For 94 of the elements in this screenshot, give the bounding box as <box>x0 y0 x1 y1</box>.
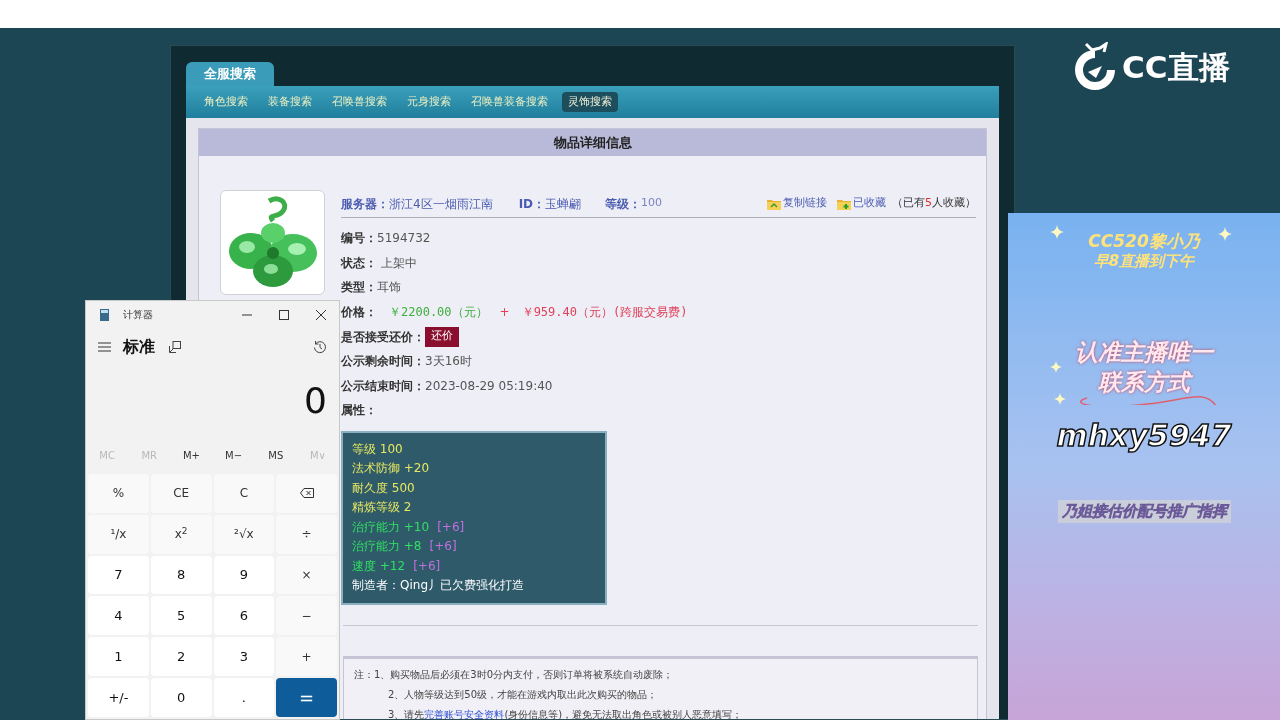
contact-text: mhxy5947 <box>1056 417 1232 455</box>
calculator-key[interactable]: 0 <box>150 678 212 717</box>
field-value: 上架中 <box>379 254 417 272</box>
sparkle-icon <box>1050 225 1064 239</box>
attribute-line: 耐久度 500 <box>352 479 416 497</box>
calculator-key[interactable]: +/- <box>88 678 149 717</box>
calculator-key[interactable]: = <box>276 678 337 717</box>
attribute-line: 制造者：Qing丿已欠费强化打造 <box>352 577 525 595</box>
calculator-display: 0 <box>304 379 327 423</box>
favorites-count: （已有5人收藏） <box>892 195 976 212</box>
sparkle-icon <box>1218 227 1232 241</box>
calculator-key[interactable]: 5 <box>150 596 212 636</box>
field-value: 2023-08-29 05:19:40 <box>425 377 553 395</box>
field-label: 编号： <box>341 230 377 248</box>
id-value: 玉蝉翩 <box>545 195 582 213</box>
minimize-icon <box>241 313 252 316</box>
calculator-key[interactable]: × <box>276 555 337 595</box>
calculator-key[interactable]: 3 <box>213 637 275 677</box>
history-icon <box>313 340 327 354</box>
counter-offer-button[interactable]: 还价 <box>425 326 459 347</box>
field-label: 公示剩余时间： <box>341 353 425 371</box>
price-value: ￥2200.00（元） <box>389 304 488 322</box>
memory-button[interactable]: MS <box>254 447 297 463</box>
favorite-link[interactable]: 已收藏 <box>837 195 886 212</box>
calculator-key[interactable]: 8 <box>150 555 212 595</box>
calculator-key[interactable]: 1 <box>88 637 149 677</box>
server-label: 服务器： <box>341 195 389 213</box>
note-line: 3、请先完善账号安全资料(身份信息等)，避免无法取出角色或被别人恶意填写； <box>387 707 744 719</box>
memory-button[interactable]: M− <box>212 447 255 463</box>
calculator-key[interactable]: ÷ <box>276 514 337 554</box>
banner-text: CC520黎小乃 <box>1088 231 1200 251</box>
calculator-key[interactable]: 2 <box>150 637 212 677</box>
memory-button[interactable]: M+ <box>170 447 213 463</box>
backspace-button[interactable] <box>276 474 337 513</box>
field-value: 5194732 <box>377 230 431 248</box>
attribute-line: 治疗能力 +8 [+6] <box>352 538 458 556</box>
keep-on-top-button[interactable] <box>169 341 181 353</box>
note-line: 注：1、购买物品后必须在3时0分内支付，否则订单将被系统自动废除； <box>354 667 675 682</box>
keep-on-top-icon <box>169 341 181 353</box>
window-title: 计算器 <box>123 308 153 322</box>
calculator-key[interactable]: − <box>276 596 337 636</box>
note-line: 2、人物等级达到50级，才能在游戏内取出此次购买的物品； <box>387 687 659 702</box>
calculator-key[interactable]: CE <box>150 474 212 513</box>
attribute-line: 等级 100 <box>352 440 404 458</box>
banner-text: 早8直播到下午 <box>1093 251 1195 271</box>
calculator-key[interactable]: 9 <box>213 555 275 595</box>
calculator-icon <box>100 308 109 321</box>
folder-icon <box>767 197 781 210</box>
attribute-line: 精炼等级 2 <box>352 499 413 517</box>
calculator-key[interactable]: 4 <box>88 596 149 636</box>
maximize-icon <box>278 309 289 320</box>
calculator-key[interactable]: x$^{2}$ <box>150 514 212 554</box>
footer-text: 乃姐接估价配号推广指挥 <box>1057 500 1231 523</box>
calculator-key[interactable]: % <box>88 474 149 513</box>
attribute-line: 治疗能力 +10 [+6] <box>352 518 466 536</box>
backspace-icon <box>299 488 314 499</box>
calculator-key[interactable]: C <box>213 474 275 513</box>
calculator-key[interactable]: ²√x <box>213 514 275 554</box>
calculator-key[interactable]: ¹/x <box>88 514 149 554</box>
history-button[interactable] <box>313 340 327 354</box>
field-value: 耳饰 <box>377 279 401 297</box>
calculator-key[interactable]: 6 <box>213 596 275 636</box>
nav-link[interactable]: 灵饰搜索 <box>562 92 618 112</box>
field-label: 是否接受还价： <box>341 328 425 346</box>
folder-plus-icon <box>837 197 851 210</box>
logo-icon <box>1072 42 1118 92</box>
field-label: 价格： <box>341 304 377 322</box>
attribute-line: 法术防御 +20 <box>352 460 431 478</box>
mode-title: 标准 <box>123 336 155 358</box>
server-value: 浙江4区一烟雨江南 <box>389 195 493 213</box>
attribute-line: 速度 +12 [+6] <box>352 557 442 575</box>
field-label: 状态： <box>341 254 377 272</box>
menu-button[interactable] <box>98 342 111 352</box>
headline-text: 认准主播唯一 <box>1075 338 1213 367</box>
logo-text: CC直播 <box>1122 47 1230 87</box>
menu-icon <box>98 342 111 352</box>
account-security-link[interactable]: 完善账号安全资料 <box>424 708 505 719</box>
fee-value: ￥959.40（元）(跨服交易费) <box>521 304 688 322</box>
panel-title: 物品详细信息 <box>199 129 986 156</box>
calculator-key[interactable]: . <box>213 678 275 717</box>
calculator-key[interactable]: 7 <box>88 555 149 595</box>
field-label: 属性： <box>341 402 377 420</box>
level-value: 100 <box>641 195 663 212</box>
plus-sign: + <box>499 304 510 322</box>
sparkle-icon <box>1054 393 1066 405</box>
copy-link[interactable]: 复制链接 <box>767 195 827 212</box>
close-icon <box>315 309 326 320</box>
id-label: ID： <box>518 195 546 213</box>
calculator-key[interactable]: + <box>276 637 337 677</box>
field-value: 3天16时 <box>425 353 472 371</box>
field-label: 公示结束时间： <box>341 377 425 395</box>
field-label: 类型： <box>341 279 377 297</box>
sparkle-icon <box>1050 361 1062 373</box>
level-label: 等级： <box>605 195 642 213</box>
